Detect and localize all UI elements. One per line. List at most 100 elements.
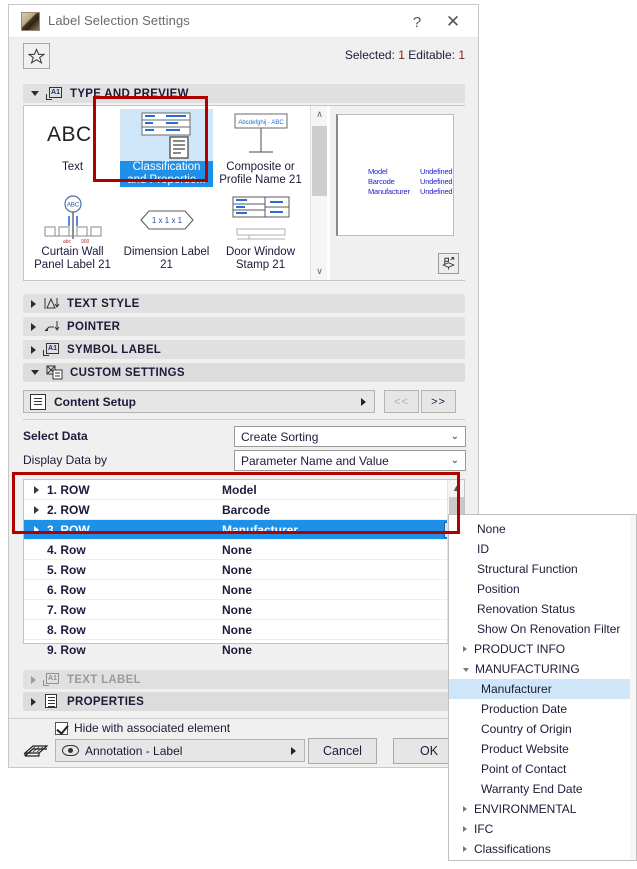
previous-button[interactable]: << bbox=[384, 390, 419, 413]
expand-triangle-icon[interactable] bbox=[34, 505, 39, 514]
layer-value: Annotation - Label bbox=[85, 743, 183, 758]
row-index: 2. ROW bbox=[47, 502, 90, 517]
menu-group-manufacturing[interactable]: MANUFACTURING bbox=[449, 659, 636, 679]
menu-item-product-website[interactable]: Product Website bbox=[449, 739, 636, 759]
chevron-right-icon bbox=[31, 345, 36, 354]
scroll-up-icon[interactable]: ∧ bbox=[311, 106, 328, 123]
table-row[interactable]: 6. Row None bbox=[24, 580, 464, 600]
type-tile-text[interactable]: ABCI Text bbox=[26, 109, 119, 195]
classification-tile-art bbox=[120, 109, 213, 161]
layer-dropdown[interactable]: Annotation - Label bbox=[55, 739, 305, 762]
parameter-dropdown-menu: None ID Structural Function Position Ren… bbox=[448, 514, 637, 861]
type-tile-label: Curtain Wall Panel Label 21 bbox=[34, 246, 111, 271]
row-value: Model bbox=[222, 482, 257, 497]
table-row[interactable]: 9. Row None bbox=[24, 640, 464, 660]
type-grid-scrollbar[interactable]: ∧ ∨ bbox=[310, 106, 327, 280]
section-title: TEXT STYLE bbox=[67, 297, 140, 310]
expand-triangle-icon bbox=[34, 626, 39, 634]
type-tile-curtain-wall-panel-label[interactable]: ABC abc 900 Curtain Wall Panel Label 21 bbox=[26, 194, 119, 280]
table-row[interactable]: 2. ROW Barcode bbox=[24, 500, 464, 520]
menu-group-environmental[interactable]: ENVIRONMENTAL bbox=[449, 799, 636, 819]
section-header-custom-settings[interactable]: CUSTOM SETTINGS bbox=[23, 363, 465, 382]
table-row[interactable]: 8. Row None bbox=[24, 620, 464, 640]
app-icon bbox=[21, 12, 40, 31]
select-data-dropdown[interactable]: Create Sorting ⌄ bbox=[234, 426, 466, 447]
chevron-right-icon bbox=[463, 826, 467, 832]
menu-item-id[interactable]: ID bbox=[449, 539, 636, 559]
menu-item-point-of-contact[interactable]: Point of Contact bbox=[449, 759, 636, 779]
menu-group-ifc[interactable]: IFC bbox=[449, 819, 636, 839]
favorites-button[interactable] bbox=[23, 43, 50, 69]
menu-item-label: IFC bbox=[474, 822, 494, 836]
table-row[interactable]: 1. ROW Model bbox=[24, 480, 464, 500]
menu-item-warranty-end-date[interactable]: Warranty End Date bbox=[449, 779, 636, 799]
chevron-right-icon bbox=[361, 397, 366, 406]
editable-prefix: Editable: bbox=[404, 48, 459, 62]
menu-item-country-of-origin[interactable]: Country of Origin bbox=[449, 719, 636, 739]
table-row[interactable]: 7. Row None bbox=[24, 600, 464, 620]
menu-item-label: MANUFACTURING bbox=[475, 662, 580, 676]
menu-item-label: PRODUCT INFO bbox=[474, 642, 566, 656]
content-setup-dropdown[interactable]: Content Setup bbox=[23, 390, 375, 413]
checkbox-icon[interactable] bbox=[55, 721, 68, 735]
section-title: TYPE AND PREVIEW bbox=[70, 87, 189, 100]
preview-3d-view-button[interactable] bbox=[438, 253, 459, 274]
expand-triangle-icon bbox=[34, 546, 39, 554]
chevron-down-icon: ⌄ bbox=[450, 455, 459, 466]
display-data-by-dropdown[interactable]: Parameter Name and Value ⌄ bbox=[234, 450, 466, 471]
menu-group-classifications[interactable]: Classifications bbox=[449, 839, 636, 859]
section-header-pointer[interactable]: POINTER bbox=[23, 317, 465, 336]
table-row-selected[interactable]: 3. ROW Manufacturer bbox=[24, 520, 464, 540]
menu-item-structural-function[interactable]: Structural Function bbox=[449, 559, 636, 579]
expand-triangle-icon[interactable] bbox=[34, 525, 39, 534]
chevron-down-icon bbox=[463, 668, 469, 672]
menu-item-manufacturer[interactable]: Manufacturer bbox=[449, 679, 636, 699]
chevron-down-icon: ⌄ bbox=[450, 431, 459, 442]
chevron-right-icon bbox=[31, 322, 36, 331]
next-button[interactable]: >> bbox=[421, 390, 456, 413]
text-tile-art: ABCI bbox=[26, 109, 119, 161]
hide-with-associated-element-checkbox[interactable]: Hide with associated element bbox=[55, 721, 230, 735]
row-index: 9. Row bbox=[47, 642, 86, 657]
selection-status: Selected: 1 Editable: 1 bbox=[345, 48, 465, 62]
a1-label-icon: A1 bbox=[43, 672, 60, 687]
scrollbar-thumb[interactable] bbox=[312, 126, 327, 196]
menu-item-position[interactable]: Position bbox=[449, 579, 636, 599]
menu-item-production-date[interactable]: Production Date bbox=[449, 699, 636, 719]
row-value: None bbox=[222, 542, 252, 557]
section-title: TEXT LABEL bbox=[67, 673, 141, 686]
row-value: Manufacturer bbox=[222, 522, 299, 537]
expand-triangle-icon[interactable] bbox=[34, 485, 39, 494]
section-header-symbol-label[interactable]: A1 SYMBOL LABEL bbox=[23, 340, 465, 359]
menu-scrollbar[interactable] bbox=[630, 515, 636, 860]
row-value: Barcode bbox=[222, 502, 271, 517]
select-data-value: Create Sorting bbox=[241, 429, 319, 444]
menu-group-product-info[interactable]: PRODUCT INFO bbox=[449, 639, 636, 659]
section-header-type-and-preview[interactable]: A1 TYPE AND PREVIEW bbox=[23, 84, 465, 103]
data-rows-list: 1. ROW Model 2. ROW Barcode 3. ROW Manuf… bbox=[23, 479, 465, 660]
type-tile-classification-and-properties[interactable]: Classification and Propertie... bbox=[120, 109, 213, 195]
cancel-button[interactable]: Cancel bbox=[308, 738, 377, 764]
type-tile-composite-or-profile-name[interactable]: Abcdefghij - ABC Composite or Profile Na… bbox=[214, 109, 307, 195]
expand-triangle-icon bbox=[34, 646, 39, 654]
section-header-properties[interactable]: PROPERTIES bbox=[23, 692, 465, 711]
menu-item-none[interactable]: None bbox=[449, 519, 636, 539]
row-index: 8. Row bbox=[47, 622, 86, 637]
scroll-down-icon[interactable]: ∨ bbox=[311, 263, 328, 280]
menu-item-label: Production Date bbox=[481, 702, 568, 716]
section-header-text-label[interactable]: A1 TEXT LABEL bbox=[23, 670, 465, 689]
type-tile-dimension-label[interactable]: 1 x 1 x 1 Dimension Label 21 bbox=[120, 194, 213, 280]
menu-item-renovation-status[interactable]: Renovation Status bbox=[449, 599, 636, 619]
type-tile-door-window-stamp[interactable]: Door Window Stamp 21 bbox=[214, 194, 307, 280]
table-row[interactable]: 5. Row None bbox=[24, 560, 464, 580]
text-style-icon bbox=[43, 296, 60, 311]
table-row[interactable]: 4. Row None bbox=[24, 540, 464, 560]
pen-set-icon[interactable] bbox=[23, 740, 49, 760]
help-button[interactable]: ? bbox=[406, 11, 428, 33]
scroll-up-icon[interactable]: ▲ bbox=[448, 480, 465, 495]
a1-label-icon: A1 bbox=[46, 86, 63, 101]
section-header-text-style[interactable]: TEXT STYLE bbox=[23, 294, 465, 313]
menu-item-show-on-renovation-filter[interactable]: Show On Renovation Filter bbox=[449, 619, 636, 639]
close-icon[interactable]: ✕ bbox=[442, 11, 464, 33]
content-setup-label: Content Setup bbox=[54, 394, 136, 409]
